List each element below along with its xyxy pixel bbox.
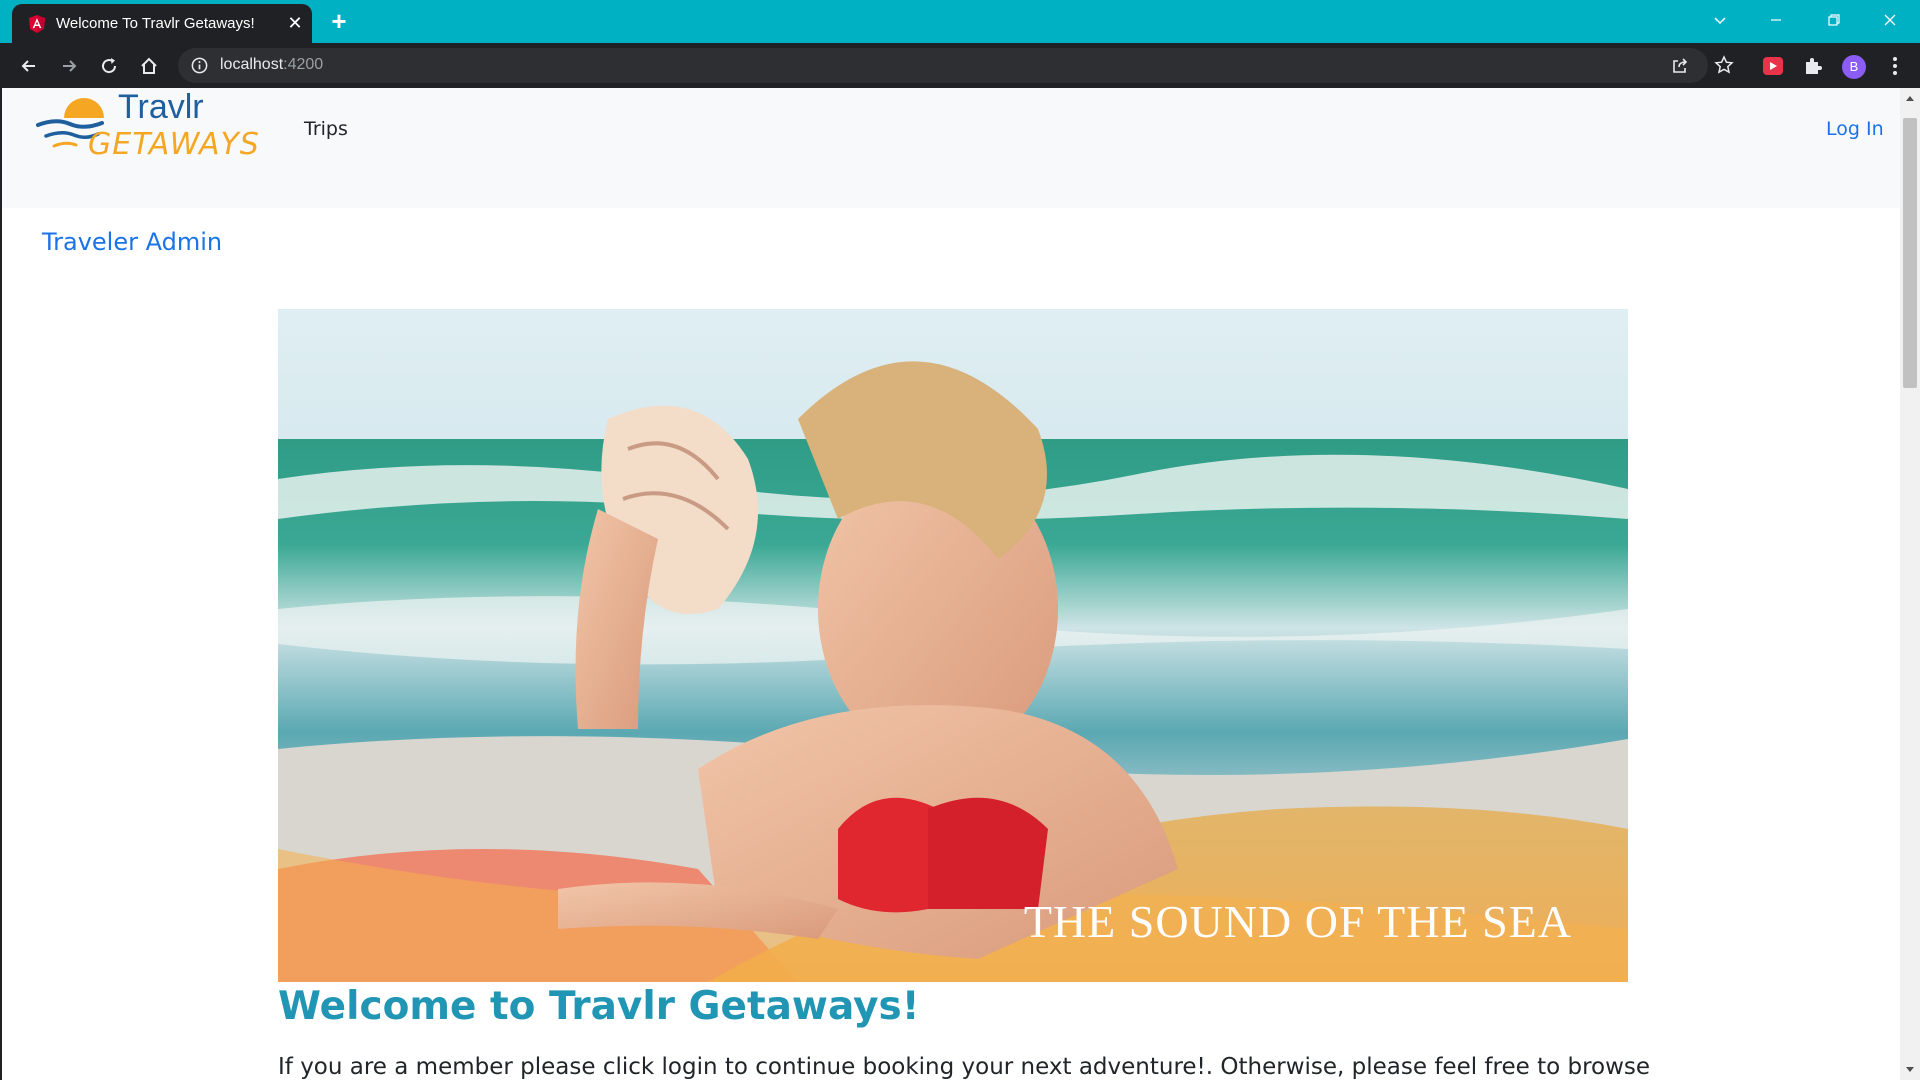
address-bar[interactable]: localhost:4200 bbox=[178, 48, 1708, 83]
site-navbar: Travlr GETAWAYS Trips Log In bbox=[2, 88, 1900, 208]
angular-favicon-icon bbox=[28, 15, 46, 33]
browser-toolbar: localhost:4200 B bbox=[0, 43, 1920, 88]
new-tab-icon[interactable]: + bbox=[326, 8, 352, 35]
forward-icon[interactable] bbox=[54, 51, 84, 81]
minimize-icon[interactable] bbox=[1748, 0, 1804, 40]
browser-menu-icon[interactable] bbox=[1884, 55, 1906, 77]
tab-title: Welcome To Travlr Getaways! bbox=[56, 15, 255, 32]
beach-photo bbox=[278, 309, 1628, 982]
page-viewport: Travlr GETAWAYS Trips Log In Traveler Ad… bbox=[0, 88, 1900, 1080]
home-icon[interactable] bbox=[134, 51, 164, 81]
restore-icon[interactable] bbox=[1806, 0, 1862, 40]
nav-link-trips[interactable]: Trips bbox=[304, 118, 348, 140]
close-window-icon[interactable] bbox=[1862, 0, 1918, 40]
nav-link-login[interactable]: Log In bbox=[1826, 118, 1884, 140]
hero-banner-image: THE SOUND OF THE SEA bbox=[278, 309, 1628, 982]
tab-search-icon[interactable] bbox=[1692, 0, 1748, 40]
url-text: localhost:4200 bbox=[220, 56, 324, 73]
browser-title-bar: Welcome To Travlr Getaways! ✕ + bbox=[0, 0, 1920, 43]
back-icon[interactable] bbox=[14, 51, 44, 81]
extension-red-icon[interactable] bbox=[1762, 55, 1784, 77]
scroll-up-arrow-icon[interactable] bbox=[1900, 88, 1920, 108]
page-scrollbar[interactable] bbox=[1900, 88, 1920, 1080]
browser-tab-active[interactable]: Welcome To Travlr Getaways! ✕ bbox=[12, 4, 312, 43]
traveler-admin-link[interactable]: Traveler Admin bbox=[42, 228, 222, 256]
logo-text-top: Travlr bbox=[118, 88, 204, 126]
hero-caption: THE SOUND OF THE SEA bbox=[1023, 896, 1572, 947]
scrollbar-thumb[interactable] bbox=[1903, 118, 1917, 388]
scroll-down-arrow-icon[interactable] bbox=[1900, 1060, 1920, 1080]
welcome-heading: Welcome to Travlr Getaways! bbox=[278, 984, 920, 1029]
logo-text-bottom: GETAWAYS bbox=[88, 127, 260, 162]
reload-icon[interactable] bbox=[94, 51, 124, 81]
site-info-icon[interactable] bbox=[190, 56, 209, 75]
tab-close-icon[interactable]: ✕ bbox=[284, 12, 306, 34]
profile-avatar[interactable]: B bbox=[1842, 55, 1866, 79]
bookmark-star-icon[interactable] bbox=[1714, 55, 1734, 75]
travlr-logo[interactable]: Travlr GETAWAYS bbox=[36, 88, 264, 164]
intro-paragraph: If you are a member please click login t… bbox=[278, 1054, 1651, 1080]
share-icon[interactable] bbox=[1670, 56, 1690, 76]
extensions-puzzle-icon[interactable] bbox=[1802, 55, 1824, 77]
